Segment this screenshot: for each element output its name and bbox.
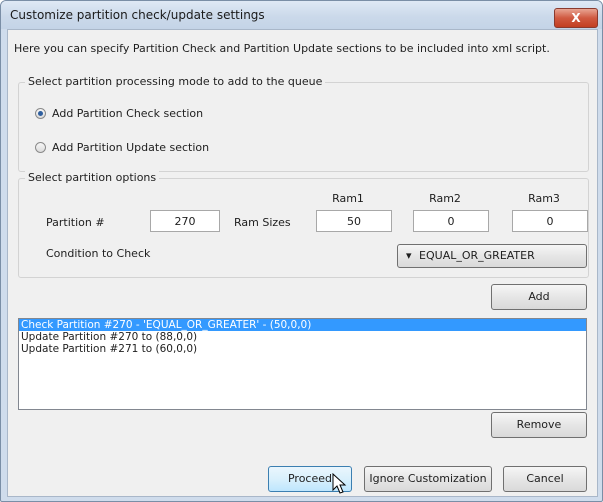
radio-add-update-label: Add Partition Update section (52, 141, 210, 154)
radio-add-check[interactable]: Add Partition Check section (35, 107, 203, 120)
mouse-cursor-icon (332, 473, 347, 494)
close-button[interactable]: X (554, 8, 598, 28)
queue-listbox[interactable]: Check Partition #270 - 'EQUAL_OR_GREATER… (18, 318, 587, 410)
remove-button[interactable]: Remove (491, 412, 587, 438)
ram-sizes-label: Ram Sizes (234, 216, 291, 229)
radio-add-check-label: Add Partition Check section (52, 107, 204, 120)
mode-group-label: Select partition processing mode to add … (25, 75, 326, 88)
ram3-input[interactable] (512, 210, 588, 232)
ram2-input[interactable] (413, 210, 489, 232)
queue-item[interactable]: Check Partition #270 - 'EQUAL_OR_GREATER… (19, 319, 586, 331)
queue-item[interactable]: Update Partition #270 to (88,0,0) (19, 331, 586, 343)
ignore-customization-button[interactable]: Ignore Customization (364, 466, 492, 492)
radio-unchecked-icon[interactable] (35, 142, 46, 153)
dropdown-arrow-icon: ▾ (406, 249, 412, 262)
ram3-header: Ram3 (528, 192, 560, 205)
ram1-header: Ram1 (332, 192, 364, 205)
close-icon: X (571, 11, 581, 25)
dialog-title: Customize partition check/update setting… (10, 8, 265, 22)
condition-label: Condition to Check (46, 247, 151, 260)
options-group-label: Select partition options (25, 171, 160, 184)
ram2-header: Ram2 (429, 192, 461, 205)
customize-dialog: Customize partition check/update setting… (0, 0, 603, 502)
cancel-button[interactable]: Cancel (503, 466, 587, 492)
radio-add-update[interactable]: Add Partition Update section (35, 141, 209, 154)
mode-group: Select partition processing mode to add … (18, 75, 589, 172)
title-bar[interactable]: Customize partition check/update setting… (1, 1, 602, 29)
condition-value: EQUAL_OR_GREATER (419, 249, 535, 262)
intro-text: Here you can specify Partition Check and… (14, 42, 550, 55)
partition-label: Partition # (46, 216, 105, 229)
condition-dropdown[interactable]: ▾ EQUAL_OR_GREATER (397, 244, 587, 268)
partition-number-input[interactable] (150, 210, 220, 232)
radio-checked-icon[interactable] (35, 108, 46, 119)
add-button[interactable]: Add (491, 284, 587, 310)
dialog-body: Here you can specify Partition Check and… (7, 29, 598, 497)
queue-item[interactable]: Update Partition #271 to (60,0,0) (19, 343, 586, 355)
ram1-input[interactable] (316, 210, 392, 232)
